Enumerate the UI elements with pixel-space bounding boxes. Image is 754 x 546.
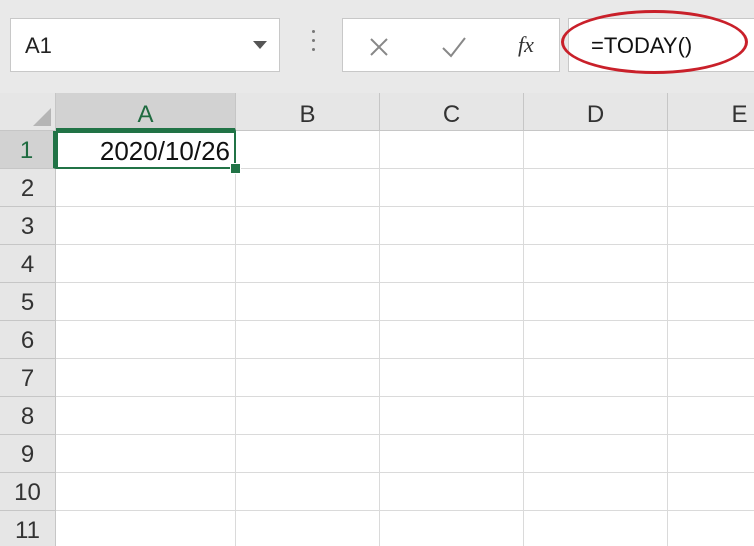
- fx-icon: fx: [518, 32, 534, 57]
- cell-a2[interactable]: [56, 169, 236, 207]
- cell-b9[interactable]: [236, 435, 380, 473]
- column-header-e[interactable]: E: [668, 93, 754, 131]
- cell-e7[interactable]: [668, 359, 754, 397]
- formula-input[interactable]: =TODAY(): [568, 18, 754, 72]
- check-icon[interactable]: [439, 33, 469, 61]
- cell-c8[interactable]: [380, 397, 524, 435]
- column-header-a[interactable]: A: [56, 93, 236, 131]
- cell-b3[interactable]: [236, 207, 380, 245]
- row-header-1[interactable]: 1: [0, 131, 56, 169]
- cell-d1[interactable]: [524, 131, 668, 169]
- cell-e10[interactable]: [668, 473, 754, 511]
- insert-function-button[interactable]: fx: [509, 29, 543, 61]
- cell-d11[interactable]: [524, 511, 668, 546]
- cell-b5[interactable]: [236, 283, 380, 321]
- cell-c1[interactable]: [380, 131, 524, 169]
- cancel-icon[interactable]: [365, 33, 393, 61]
- cell-d9[interactable]: [524, 435, 668, 473]
- column-header-d[interactable]: D: [524, 93, 668, 131]
- row-header-3[interactable]: 3: [0, 207, 56, 245]
- cell-a5[interactable]: [56, 283, 236, 321]
- cell-d8[interactable]: [524, 397, 668, 435]
- cell-a10[interactable]: [56, 473, 236, 511]
- cell-d6[interactable]: [524, 321, 668, 359]
- cell-c3[interactable]: [380, 207, 524, 245]
- cell-c11[interactable]: [380, 511, 524, 546]
- row-header-5[interactable]: 5: [0, 283, 56, 321]
- cell-a7[interactable]: [56, 359, 236, 397]
- cell-b1[interactable]: [236, 131, 380, 169]
- cell-d7[interactable]: [524, 359, 668, 397]
- row-header-6[interactable]: 6: [0, 321, 56, 359]
- column-header-b[interactable]: B: [236, 93, 380, 131]
- row-header-7[interactable]: 7: [0, 359, 56, 397]
- cell-b6[interactable]: [236, 321, 380, 359]
- cell-e6[interactable]: [668, 321, 754, 359]
- cell-b10[interactable]: [236, 473, 380, 511]
- cell-a4[interactable]: [56, 245, 236, 283]
- cell-a3[interactable]: [56, 207, 236, 245]
- cell-e4[interactable]: [668, 245, 754, 283]
- cell-b8[interactable]: [236, 397, 380, 435]
- cell-e1[interactable]: [668, 131, 754, 169]
- cell-a11[interactable]: [56, 511, 236, 546]
- cell-a1-value: 2020/10/26: [99, 136, 230, 166]
- cell-e9[interactable]: [668, 435, 754, 473]
- cell-e2[interactable]: [668, 169, 754, 207]
- row-header-10[interactable]: 10: [0, 473, 56, 511]
- row-header-8[interactable]: 8: [0, 397, 56, 435]
- name-box-value: A1: [25, 33, 52, 58]
- column-header-c[interactable]: C: [380, 93, 524, 131]
- cell-b2[interactable]: [236, 169, 380, 207]
- cell-b7[interactable]: [236, 359, 380, 397]
- cell-d10[interactable]: [524, 473, 668, 511]
- cell-c4[interactable]: [380, 245, 524, 283]
- cell-e5[interactable]: [668, 283, 754, 321]
- cell-c7[interactable]: [380, 359, 524, 397]
- name-box[interactable]: A1: [10, 18, 280, 72]
- cell-c2[interactable]: [380, 169, 524, 207]
- formula-bar-area: A1 fx =TODAY(): [0, 0, 754, 93]
- cell-d2[interactable]: [524, 169, 668, 207]
- cell-e8[interactable]: [668, 397, 754, 435]
- cell-c9[interactable]: [380, 435, 524, 473]
- cell-a9[interactable]: [56, 435, 236, 473]
- row-header-11[interactable]: 11: [0, 511, 56, 546]
- more-options-icon[interactable]: [306, 30, 320, 64]
- cell-a6[interactable]: [56, 321, 236, 359]
- cell-b11[interactable]: [236, 511, 380, 546]
- cell-e11[interactable]: [668, 511, 754, 546]
- select-all-triangle-icon: [33, 108, 51, 126]
- row-header-4[interactable]: 4: [0, 245, 56, 283]
- fill-handle[interactable]: [230, 163, 241, 174]
- spreadsheet-grid: ABCDE 1 2 3 4 5 6 7 8 9 10 11 2020/10/26: [0, 93, 754, 546]
- row-header-2[interactable]: 2: [0, 169, 56, 207]
- cell-a8[interactable]: [56, 397, 236, 435]
- select-all-button[interactable]: [0, 93, 56, 131]
- formula-text: =TODAY(): [591, 33, 693, 58]
- cell-e3[interactable]: [668, 207, 754, 245]
- cell-d5[interactable]: [524, 283, 668, 321]
- cell-c10[interactable]: [380, 473, 524, 511]
- cell-d3[interactable]: [524, 207, 668, 245]
- row-header-9[interactable]: 9: [0, 435, 56, 473]
- formula-buttons: fx: [342, 18, 560, 72]
- cell-c5[interactable]: [380, 283, 524, 321]
- cell-a1[interactable]: 2020/10/26: [56, 131, 236, 169]
- cell-d4[interactable]: [524, 245, 668, 283]
- cell-c6[interactable]: [380, 321, 524, 359]
- chevron-down-icon[interactable]: [253, 41, 267, 49]
- cell-b4[interactable]: [236, 245, 380, 283]
